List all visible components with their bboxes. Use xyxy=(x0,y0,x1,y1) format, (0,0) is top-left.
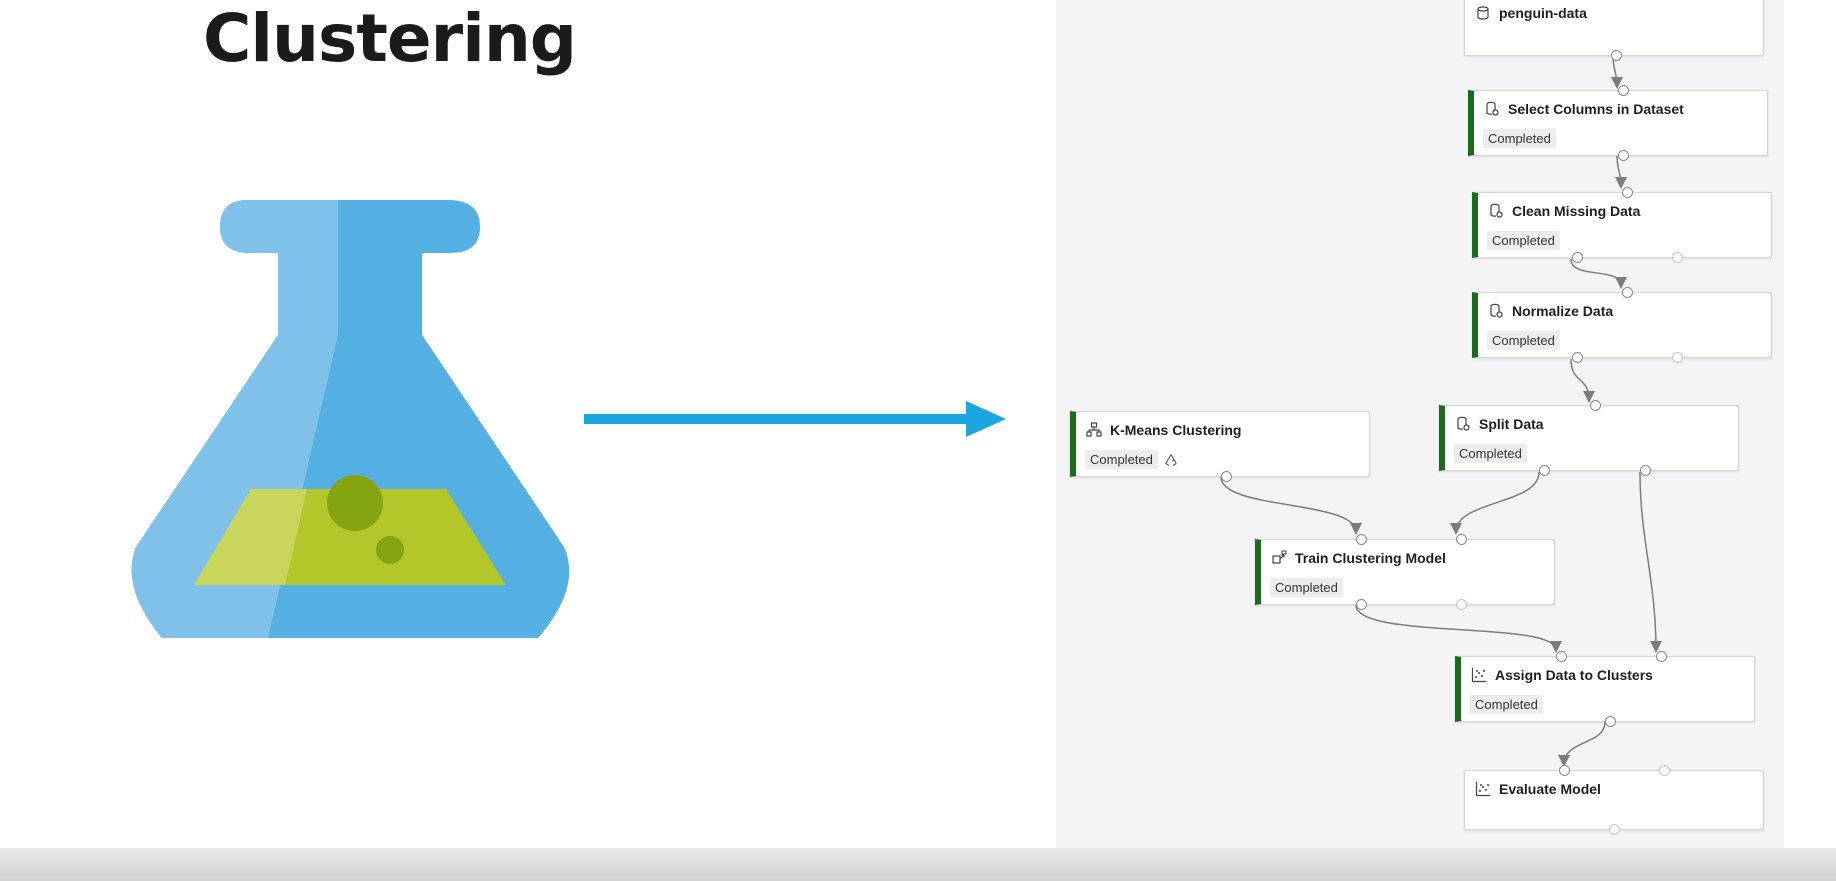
data-transform-icon xyxy=(1490,203,1503,218)
status-badge: Completed xyxy=(1487,331,1560,350)
model-tree-icon xyxy=(1086,422,1102,437)
status-badge: Completed xyxy=(1487,231,1560,250)
output-port[interactable] xyxy=(1605,716,1616,727)
output-port-secondary[interactable] xyxy=(1640,465,1651,476)
data-transform-icon xyxy=(1490,303,1503,318)
output-port[interactable] xyxy=(1609,824,1620,835)
right-arrow-icon xyxy=(584,401,1006,437)
node-evaluate-model[interactable]: Evaluate Model xyxy=(1464,765,1764,835)
output-port[interactable] xyxy=(1611,50,1622,61)
output-port[interactable] xyxy=(1221,471,1232,482)
edge-clean-normalize xyxy=(1570,258,1627,289)
lab-flask-illustration xyxy=(120,195,580,645)
output-port-secondary[interactable] xyxy=(1672,352,1683,363)
node-penguin-data[interactable]: penguin-data xyxy=(1464,0,1764,61)
scatter-chart-icon xyxy=(1475,782,1490,797)
data-transform-icon xyxy=(1486,101,1499,116)
input-port[interactable] xyxy=(1622,187,1633,198)
node-normalize-data[interactable]: Normalize Data Completed xyxy=(1472,287,1772,363)
video-bottom-bar xyxy=(0,848,1836,881)
status-badge: Completed xyxy=(1483,129,1556,148)
status-badge: Completed xyxy=(1470,695,1543,714)
input-port[interactable] xyxy=(1559,765,1570,776)
node-title: Select Columns in Dataset xyxy=(1508,101,1684,117)
output-port[interactable] xyxy=(1572,252,1583,263)
node-clean-missing-data[interactable]: Clean Missing Data Completed xyxy=(1472,187,1772,263)
node-title: Assign Data to Clusters xyxy=(1495,667,1653,683)
slide-title: Clustering xyxy=(203,0,577,77)
dataset-icon xyxy=(1477,6,1489,20)
output-port[interactable] xyxy=(1356,599,1367,610)
flask-icon xyxy=(131,200,570,638)
status-badge: Completed xyxy=(1085,450,1158,469)
node-title: Split Data xyxy=(1479,416,1544,432)
edge-assign-evaluate xyxy=(1558,721,1606,767)
node-train-clustering-model[interactable]: Train Clustering Model Completed xyxy=(1255,534,1555,610)
status-badge: Completed xyxy=(1454,444,1527,463)
input-port-secondary[interactable] xyxy=(1456,534,1467,545)
edge-split-train xyxy=(1450,471,1540,535)
node-title: Normalize Data xyxy=(1512,303,1614,319)
node-title: Evaluate Model xyxy=(1499,781,1601,797)
recycle-icon xyxy=(1164,453,1177,466)
node-assign-data-to-clusters[interactable]: Assign Data to Clusters Completed xyxy=(1455,651,1755,727)
input-port[interactable] xyxy=(1590,400,1601,411)
input-port[interactable] xyxy=(1618,85,1629,96)
input-port[interactable] xyxy=(1356,534,1367,545)
input-port[interactable] xyxy=(1622,287,1633,298)
flow-arrow xyxy=(584,398,1006,440)
edge-kmeans-train xyxy=(1220,476,1362,535)
output-port-secondary[interactable] xyxy=(1672,252,1683,263)
input-port-secondary[interactable] xyxy=(1659,765,1670,776)
node-title: Clean Missing Data xyxy=(1512,203,1641,219)
train-model-icon xyxy=(1272,550,1287,564)
pipeline-canvas[interactable]: penguin-data Select Columns in Dataset C… xyxy=(1056,0,1784,848)
edge-train-assign xyxy=(1355,604,1562,653)
node-title: penguin-data xyxy=(1499,5,1587,21)
node-title: K-Means Clustering xyxy=(1110,422,1242,438)
edge-normalize-split xyxy=(1570,358,1595,403)
small-bubble xyxy=(376,536,404,564)
data-transform-icon xyxy=(1457,416,1470,431)
output-port[interactable] xyxy=(1572,352,1583,363)
scatter-chart-icon xyxy=(1471,668,1486,683)
node-split-data[interactable]: Split Data Completed xyxy=(1439,400,1739,476)
node-title: Train Clustering Model xyxy=(1295,550,1446,566)
node-k-means-clustering[interactable]: K-Means Clustering Completed xyxy=(1070,411,1370,482)
node-select-columns[interactable]: Select Columns in Dataset Completed xyxy=(1468,85,1768,161)
output-port[interactable] xyxy=(1618,150,1629,161)
large-bubble xyxy=(327,475,383,531)
status-badge: Completed xyxy=(1270,578,1343,597)
edge-split-assign xyxy=(1639,471,1662,653)
output-port[interactable] xyxy=(1539,465,1550,476)
input-port-secondary[interactable] xyxy=(1656,651,1667,662)
input-port[interactable] xyxy=(1556,651,1567,662)
output-port-secondary[interactable] xyxy=(1456,599,1467,610)
